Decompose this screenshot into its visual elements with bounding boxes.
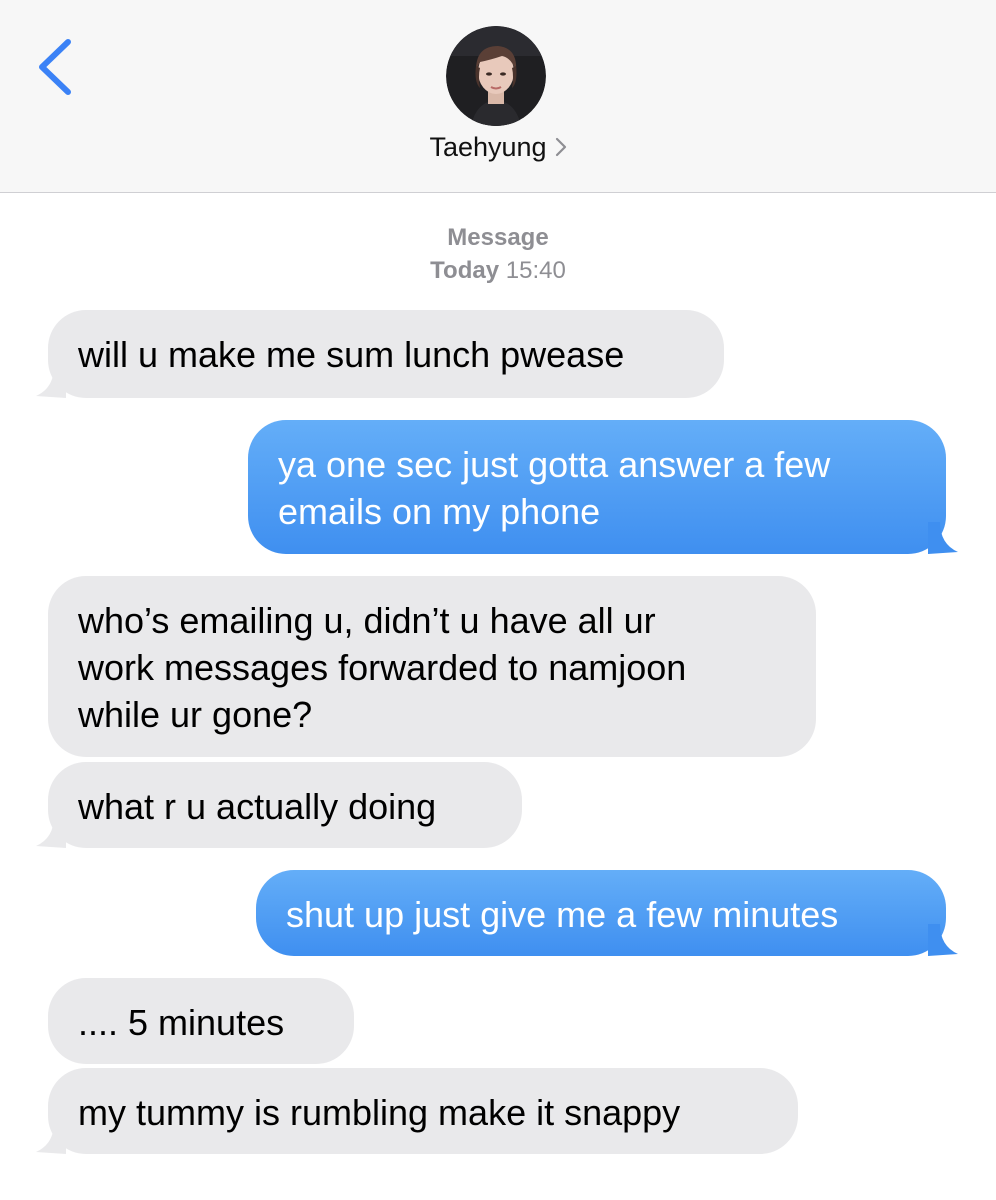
contact-avatar[interactable] (446, 26, 546, 126)
timestamp-day: Today (430, 257, 500, 284)
message-bubble-incoming[interactable]: .... 5 minutes (48, 978, 354, 1064)
bubble-tail (36, 816, 66, 848)
message-text: my tummy is rumbling make it snappy (78, 1092, 681, 1133)
message-text: what r u actually doing (78, 786, 437, 827)
message-text: who’s emailing u, didn’t u have all ur w… (78, 600, 687, 735)
message-bubble-outgoing[interactable]: shut up just give me a few minutes (256, 870, 958, 956)
timestamp: Today 15:40 (0, 257, 996, 285)
bubble-tail (36, 366, 66, 398)
message-bubble-incoming[interactable]: my tummy is rumbling make it snappy (36, 1068, 798, 1154)
message-text: .... 5 minutes (78, 1002, 285, 1043)
message-bubble-incoming[interactable]: who’s emailing u, didn’t u have all ur w… (48, 576, 816, 757)
chevron-left-icon (39, 39, 71, 95)
message-bubble-outgoing[interactable]: ya one sec just gotta answer a few email… (248, 420, 958, 554)
service-label: Message (447, 224, 549, 251)
chevron-right-icon (555, 133, 567, 164)
contact-name: Taehyung (429, 132, 547, 162)
message-text: shut up just give me a few minutes (286, 894, 839, 935)
bubble-tail (36, 1122, 66, 1154)
message-text: ya one sec just gotta answer a few email… (278, 444, 831, 532)
bubble-tail (928, 924, 958, 956)
message-text: will u make me sum lunch pwease (78, 334, 625, 375)
message-bubble-incoming[interactable]: what r u actually doing (36, 762, 522, 848)
conversation-header: Taehyung (0, 0, 996, 193)
contact-name-button[interactable]: Taehyung (0, 132, 996, 164)
timestamp-time: 15:40 (505, 257, 566, 284)
message-bubble-incoming[interactable]: will u make me sum lunch pwease (36, 310, 724, 398)
back-button[interactable] (32, 36, 82, 98)
bubble-tail (928, 522, 958, 554)
avatar-photo (446, 26, 546, 126)
